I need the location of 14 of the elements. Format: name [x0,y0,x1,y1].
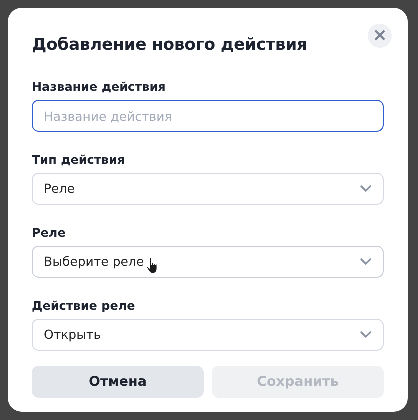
field-label: Тип действия [32,152,126,168]
field-label: Название действия [32,79,166,95]
chevron-down-icon [360,331,372,339]
hand-cursor-icon [146,257,160,275]
select-field[interactable]: Реле [32,173,384,205]
field-label: Реле [32,225,66,241]
chevron-down-icon [360,258,372,266]
chevron-down-icon [360,185,372,193]
cancel-button[interactable]: Отмена [32,366,204,398]
field-label: Действие реле [32,298,136,314]
select-field[interactable]: Открыть [32,319,384,351]
dialog-title: Добавление нового действия [32,34,308,56]
text-field[interactable]: Название действия [32,100,384,132]
select-field[interactable]: Выберите реле [32,246,384,278]
